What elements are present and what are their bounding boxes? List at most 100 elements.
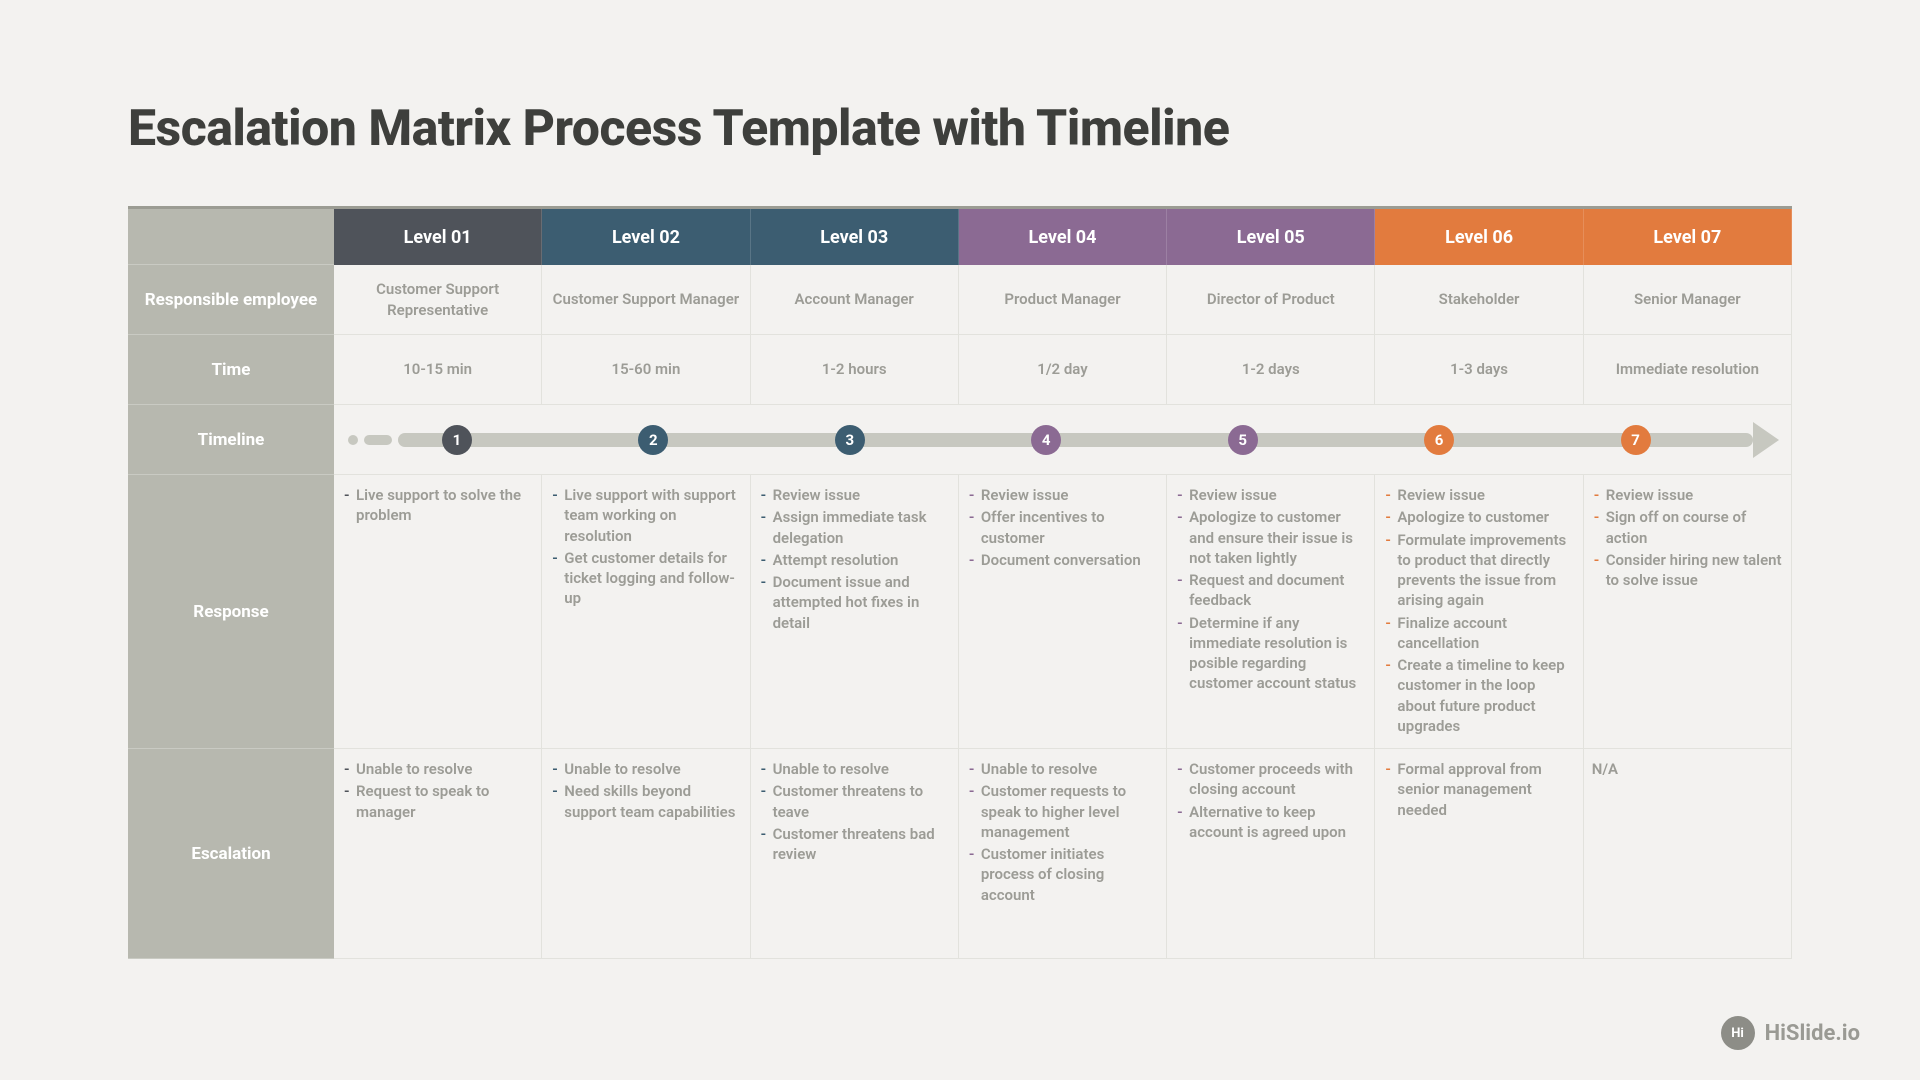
list-item: Customer initiates process of closing ac…	[967, 844, 1158, 905]
escalation-matrix: Level 01Level 02Level 03Level 04Level 05…	[128, 206, 1792, 959]
slide: Escalation Matrix Process Template with …	[0, 0, 1920, 1080]
list-item: Request and document feedback	[1175, 570, 1366, 611]
level-header: Level 02	[542, 209, 750, 265]
escalation-cell: Unable to resolveCustomer requests to sp…	[959, 749, 1167, 959]
list-item: Customer threatens to teave	[759, 781, 950, 822]
time-cell: 1-2 hours	[751, 335, 959, 405]
level-header: Level 01	[334, 209, 542, 265]
responsible-cell: Account Manager	[751, 265, 959, 335]
level-header: Level 06	[1375, 209, 1583, 265]
list-item: Review issue	[1383, 485, 1574, 505]
row-label-time: Time	[128, 335, 334, 405]
list-item: Sign off on course of action	[1592, 507, 1783, 548]
list-item: Customer threatens bad review	[759, 824, 950, 865]
escalation-list: Customer proceeds with closing accountAl…	[1175, 759, 1366, 842]
brand-footer: Hi HiSlide.io	[1721, 1016, 1860, 1050]
timeline-marker: 2	[638, 425, 668, 455]
list-item: Finalize account cancellation	[1383, 613, 1574, 654]
timeline-dot-icon	[348, 435, 358, 445]
level-header: Level 04	[959, 209, 1167, 265]
responsible-cell: Customer Support Manager	[542, 265, 750, 335]
row-label-response: Response	[128, 475, 334, 749]
list-item: Document conversation	[967, 550, 1158, 570]
list-item: Consider hiring new talent to solve issu…	[1592, 550, 1783, 591]
timeline-marker: 7	[1621, 425, 1651, 455]
level-header: Level 05	[1167, 209, 1375, 265]
escalation-list: Unable to resolveCustomer threatens to t…	[759, 759, 950, 864]
time-cell: 1/2 day	[959, 335, 1167, 405]
list-item: Apologize to customer	[1383, 507, 1574, 527]
list-item: Customer proceeds with closing account	[1175, 759, 1366, 800]
level-header: Level 03	[751, 209, 959, 265]
list-item: Formulate improvements to product that d…	[1383, 530, 1574, 611]
responsible-cell: Customer Support Representative	[334, 265, 542, 335]
time-cell: 1-2 days	[1167, 335, 1375, 405]
list-item: Document issue and attempted hot fixes i…	[759, 572, 950, 633]
response-cell: Review issueApologize to customer Formula…	[1375, 475, 1583, 749]
timeline-track	[398, 433, 1753, 447]
list-item: Unable to resolve	[550, 759, 741, 779]
list-item: Review issue	[759, 485, 950, 505]
time-cell: 15-60 min	[542, 335, 750, 405]
timeline-dash-icon	[364, 435, 392, 445]
response-cell: Live support to solve the problem	[334, 475, 542, 749]
escalation-list: Unable to resolveNeed skills beyond supp…	[550, 759, 741, 822]
response-list: Review issueApologize to customer Formula…	[1383, 485, 1574, 736]
list-item: Request to speak to manager	[342, 781, 533, 822]
escalation-list: Formal approval from senior management n…	[1383, 759, 1574, 820]
list-item: Apologize to customer and ensure their i…	[1175, 507, 1366, 568]
timeline: 1234567	[334, 405, 1792, 475]
escalation-cell: Formal approval from senior management n…	[1375, 749, 1583, 959]
response-list: Live support to solve the problem	[342, 485, 533, 526]
list-item: Unable to resolve	[342, 759, 533, 779]
escalation-list: Unable to resolveRequest to speak to man…	[342, 759, 533, 822]
responsible-cell: Director of Product	[1167, 265, 1375, 335]
arrow-right-icon	[1753, 422, 1779, 458]
list-item: Assign immediate task delegation	[759, 507, 950, 548]
corner-cell	[128, 209, 334, 265]
escalation-cell: Unable to resolveRequest to speak to man…	[334, 749, 542, 959]
list-item: Determine if any immediate resolution is…	[1175, 613, 1366, 694]
timeline-marker: 4	[1031, 425, 1061, 455]
response-list: Review issueSign off on course of action…	[1592, 485, 1783, 590]
list-item: Live support with support team working o…	[550, 485, 741, 546]
row-label-responsible: Responsible employee	[128, 265, 334, 335]
level-header: Level 07	[1584, 209, 1792, 265]
response-list: Review issueAssign immediate task delega…	[759, 485, 950, 633]
timeline-marker: 5	[1228, 425, 1258, 455]
list-item: Create a timeline to keep customer in th…	[1383, 655, 1574, 736]
row-label-escalation: Escalation	[128, 749, 334, 959]
list-item: Formal approval from senior management n…	[1383, 759, 1574, 820]
list-item: Need skills beyond support team capabili…	[550, 781, 741, 822]
list-item: Attempt resolution	[759, 550, 950, 570]
list-item: Get customer details for ticket logging …	[550, 548, 741, 609]
escalation-list: Unable to resolveCustomer requests to sp…	[967, 759, 1158, 905]
time-cell: 1-3 days	[1375, 335, 1583, 405]
list-item: Unable to resolve	[759, 759, 950, 779]
brand-name: HiSlide.io	[1765, 1021, 1860, 1046]
escalation-cell: Customer proceeds with closing accountAl…	[1167, 749, 1375, 959]
list-item: Review issue	[1175, 485, 1366, 505]
response-cell: Review issueOffer incentives to customer…	[959, 475, 1167, 749]
response-list: Review issueApologize to customer and en…	[1175, 485, 1366, 694]
row-label-timeline: Timeline	[128, 405, 334, 475]
response-cell: Review issueApologize to customer and en…	[1167, 475, 1375, 749]
time-cell: Immediate resolution	[1584, 335, 1792, 405]
response-cell: Live support with support team working o…	[542, 475, 750, 749]
response-list: Live support with support team working o…	[550, 485, 741, 609]
list-item: Review issue	[1592, 485, 1783, 505]
list-item: Offer incentives to customer	[967, 507, 1158, 548]
responsible-cell: Stakeholder	[1375, 265, 1583, 335]
list-item: Live support to solve the problem	[342, 485, 533, 526]
response-cell: Review issueSign off on course of action…	[1584, 475, 1792, 749]
brand-badge-icon: Hi	[1721, 1016, 1755, 1050]
list-item: Unable to resolve	[967, 759, 1158, 779]
escalation-cell: Unable to resolveCustomer threatens to t…	[751, 749, 959, 959]
response-list: Review issueOffer incentives to customer…	[967, 485, 1158, 570]
escalation-cell: Unable to resolveNeed skills beyond supp…	[542, 749, 750, 959]
list-item: Customer requests to speak to higher lev…	[967, 781, 1158, 842]
timeline-bar: 1234567	[398, 433, 1773, 447]
page-title: Escalation Matrix Process Template with …	[128, 100, 1792, 158]
responsible-cell: Senior Manager	[1584, 265, 1792, 335]
timeline-marker: 3	[835, 425, 865, 455]
